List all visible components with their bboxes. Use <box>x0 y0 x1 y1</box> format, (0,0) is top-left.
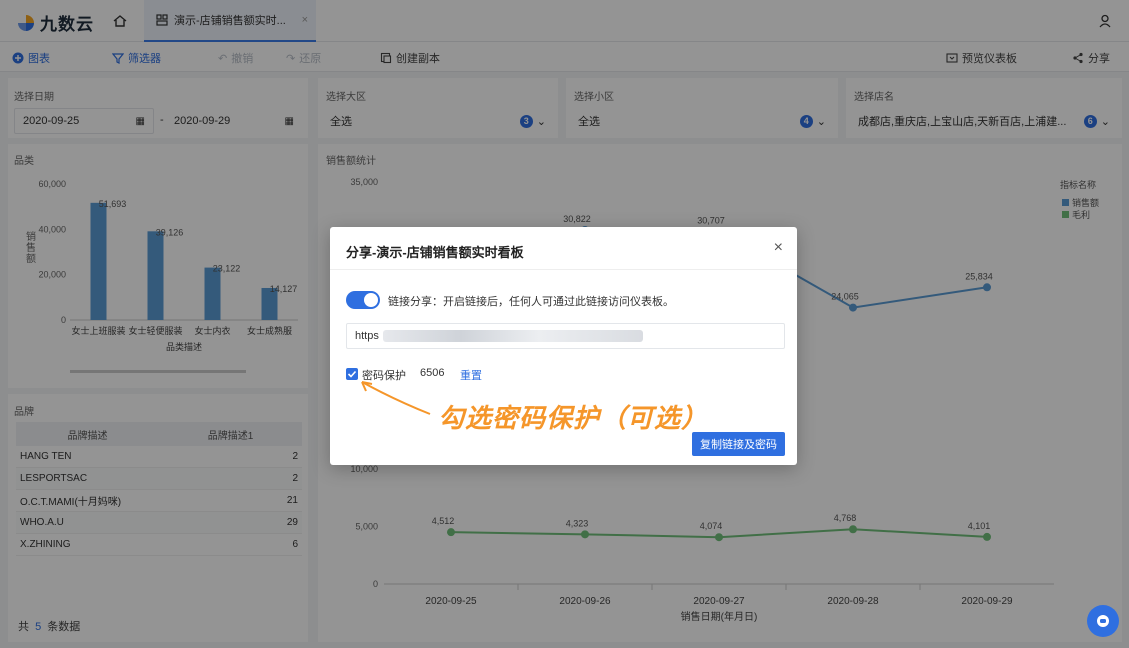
url-prefix: https <box>355 330 379 342</box>
copy-link-button[interactable]: 复制链接及密码 <box>692 432 785 456</box>
reset-password-link[interactable]: 重置 <box>460 367 482 383</box>
url-redacted <box>382 330 643 342</box>
dialog-divider <box>330 269 797 270</box>
close-icon[interactable]: × <box>774 239 783 257</box>
check-icon <box>347 370 357 378</box>
annotation-text: 勾选密码保护（可选） <box>438 403 709 433</box>
chat-icon <box>1097 615 1109 627</box>
password-value: 6506 <box>420 367 445 379</box>
link-share-toggle[interactable] <box>346 291 380 309</box>
password-checkbox[interactable] <box>346 368 358 380</box>
link-share-label: 链接分享：开启链接后，任何人可通过此链接访问仪表板。 <box>388 296 674 308</box>
share-url-field[interactable]: https <box>346 323 785 349</box>
dialog-title: 分享-演示-店铺销售额实时看板 <box>346 245 524 260</box>
help-chat-button[interactable] <box>1087 605 1119 637</box>
password-label: 密码保护 <box>362 370 406 382</box>
